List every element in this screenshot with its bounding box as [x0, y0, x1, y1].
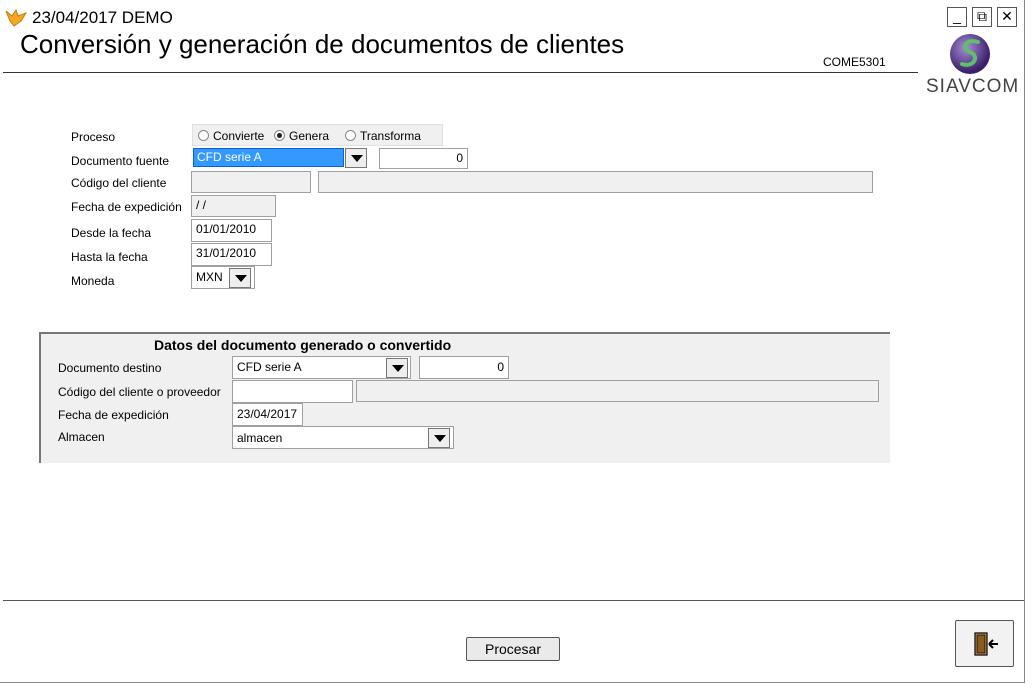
codigo-cliente-input[interactable]: [191, 171, 311, 193]
logo-text: SIAVCOM: [926, 76, 1020, 97]
exit-button[interactable]: [955, 620, 1014, 667]
almacen-label: Almacen: [58, 430, 105, 444]
chevron-down-icon: [351, 155, 363, 162]
radio-selected-dot: [277, 133, 282, 138]
moneda-label: Moneda: [71, 274, 115, 288]
codigo-proveedor-input[interactable]: [232, 380, 353, 403]
section-title: Datos del documento generado o convertid…: [154, 337, 452, 353]
exit-door-icon: [974, 632, 998, 656]
minimize-button[interactable]: _: [947, 7, 967, 27]
fecha-expedicion-label: Fecha de expedición: [58, 408, 169, 422]
almacen-select[interactable]: almacen: [232, 426, 454, 449]
chevron-down-icon: [434, 435, 446, 442]
moneda-dropdown-button[interactable]: [229, 268, 251, 288]
process-radio-group: Convierte Genera Transforma: [192, 124, 443, 146]
radio-convierte-label[interactable]: Convierte: [213, 129, 264, 143]
window-title: 23/04/2017 DEMO: [32, 8, 173, 27]
fecha-expedicion-input[interactable]: 23/04/2017: [232, 403, 303, 426]
doc-fuente-dropdown-button[interactable]: [345, 148, 367, 168]
proveedor-name-field: [356, 380, 879, 402]
codigo-proveedor-label: Código del cliente o proveedor: [58, 385, 221, 399]
fecha-exp-input[interactable]: / /: [191, 195, 276, 217]
restore-button[interactable]: ⧉: [972, 7, 992, 27]
doc-fuente-label: Documento fuente: [71, 154, 170, 168]
radio-transforma-label[interactable]: Transforma: [360, 129, 421, 143]
radio-convierte[interactable]: [198, 130, 209, 141]
title-bar: 23/04/2017 DEMO _ ⧉ ✕: [0, 0, 1024, 28]
doc-fuente-number-input[interactable]: 0: [379, 148, 468, 169]
chevron-down-icon: [235, 275, 247, 282]
title-divider: [3, 72, 918, 73]
fecha-exp-label: Fecha de expedición: [71, 200, 182, 214]
footer-divider: [3, 600, 1024, 601]
hasta-fecha-input[interactable]: 31/01/2010: [191, 243, 272, 266]
doc-destino-dropdown-button[interactable]: [386, 358, 408, 378]
app-fox-icon: [5, 8, 28, 27]
proceso-label: Proceso: [71, 130, 116, 144]
desde-fecha-input[interactable]: 01/01/2010: [191, 219, 272, 242]
radio-genera[interactable]: [274, 130, 285, 141]
codigo-cliente-label: Código del cliente: [71, 176, 167, 190]
desde-fecha-label: Desde la fecha: [71, 226, 152, 240]
almacen-dropdown-button[interactable]: [428, 428, 450, 448]
radio-genera-label[interactable]: Genera: [289, 129, 329, 143]
cliente-name-field: [318, 171, 873, 193]
page-title: Conversión y generación de documentos de…: [20, 29, 625, 59]
chevron-down-icon: [392, 365, 404, 372]
doc-fuente-select[interactable]: CFD serie A: [193, 148, 344, 167]
doc-destino-number-input[interactable]: 0: [419, 356, 509, 379]
close-button[interactable]: ✕: [997, 7, 1017, 27]
radio-transforma[interactable]: [345, 130, 356, 141]
doc-destino-select[interactable]: CFD serie A: [232, 356, 411, 379]
procesar-button[interactable]: Procesar: [466, 637, 560, 661]
hasta-fecha-label: Hasta la fecha: [71, 250, 148, 264]
doc-destino-label: Documento destino: [58, 361, 162, 375]
form-code: COME5301: [823, 55, 886, 69]
